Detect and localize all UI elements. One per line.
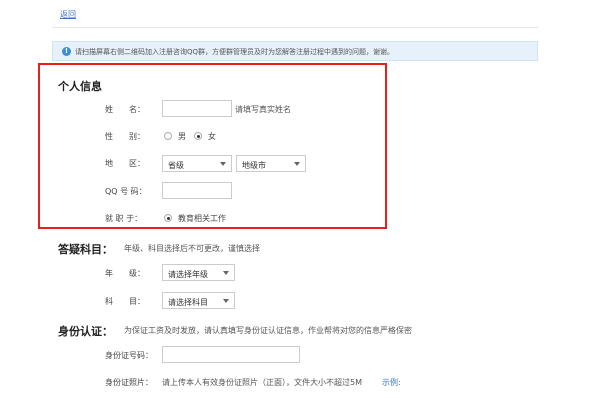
gender-male-radio[interactable] xyxy=(164,132,172,140)
divider xyxy=(52,27,538,28)
example-link[interactable]: 示例: xyxy=(382,377,401,388)
chevron-down-icon xyxy=(294,162,300,166)
id-photo-hint: 请上传本人有效身份证照片（正面），文件大小不超过5M xyxy=(162,378,362,387)
course-value: 请选择科目 xyxy=(168,298,208,307)
chevron-down-icon xyxy=(223,299,229,303)
name-label: 姓 名： xyxy=(105,105,145,114)
gender-female-label: 女 xyxy=(208,132,216,141)
course-label: 科 目： xyxy=(105,297,145,306)
name-hint: 请填写真实姓名 xyxy=(235,105,291,114)
personal-info-title: 个人信息 xyxy=(58,80,102,93)
id-number-label: 身份证号码： xyxy=(105,351,153,360)
grade-value: 请选择年级 xyxy=(168,270,208,279)
city-select[interactable]: 地级市 xyxy=(236,155,306,172)
grade-label: 年 级： xyxy=(105,269,145,278)
chevron-down-icon xyxy=(223,271,229,275)
id-photo-label: 身份证照片： xyxy=(105,378,153,387)
job-label: 就 职 于： xyxy=(105,214,143,223)
identity-note: 为保证工资及时发放，请认真填写身份证认证信息，作业帮将对您的信息严格保密 xyxy=(124,326,412,335)
job-radio[interactable] xyxy=(164,214,172,222)
notice-text: 请扫描屏幕右侧二维码加入注册咨询QQ群，方便群管理员及时为您解答注册过程中遇到的… xyxy=(75,48,395,56)
gender-female-radio[interactable] xyxy=(194,132,202,140)
qq-input[interactable] xyxy=(162,182,232,199)
subject-title: 答疑科目： xyxy=(58,243,113,256)
qq-label: QQ 号 码： xyxy=(105,187,147,196)
name-input[interactable] xyxy=(162,100,232,117)
id-number-input[interactable] xyxy=(162,346,300,363)
subject-note: 年级、科目选择后不可更改，谨慎选择 xyxy=(124,244,260,253)
course-select[interactable]: 请选择科目 xyxy=(162,292,235,309)
notice-banner: ! 请扫描屏幕右侧二维码加入注册咨询QQ群，方便群管理员及时为您解答注册过程中遇… xyxy=(52,41,538,61)
province-value: 省级 xyxy=(168,161,184,170)
job-option-label: 教育相关工作 xyxy=(178,214,226,223)
region-label: 地 区： xyxy=(105,159,145,168)
grade-select[interactable]: 请选择年级 xyxy=(162,264,235,281)
province-select[interactable]: 省级 xyxy=(162,155,232,172)
city-value: 地级市 xyxy=(242,161,266,170)
info-icon: ! xyxy=(62,47,71,56)
back-link[interactable]: 返回 xyxy=(60,9,76,20)
chevron-down-icon xyxy=(220,162,226,166)
identity-title: 身份认证： xyxy=(58,325,113,338)
gender-label: 性 别： xyxy=(105,132,145,141)
gender-male-label: 男 xyxy=(178,132,186,141)
